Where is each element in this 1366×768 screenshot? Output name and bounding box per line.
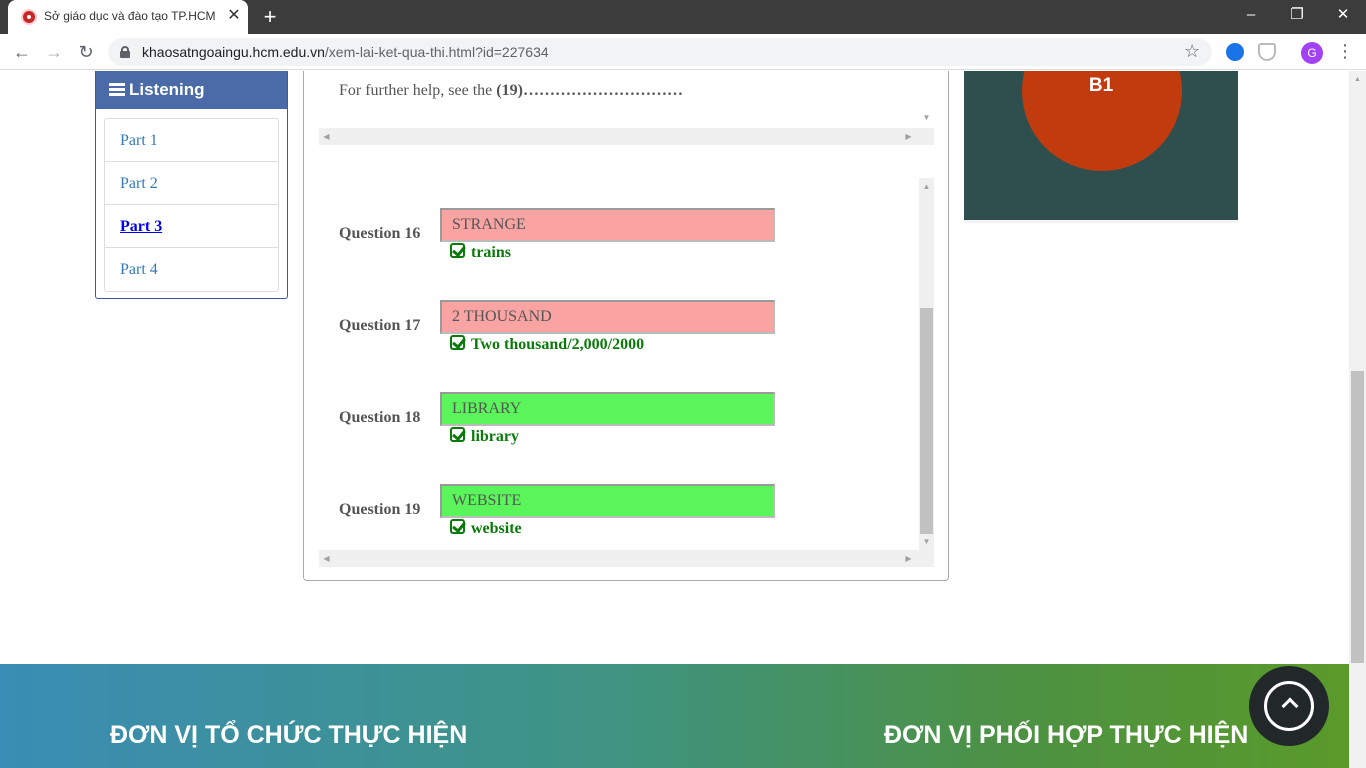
question-label: Question 18 (339, 409, 421, 426)
check-square-icon (450, 427, 465, 442)
correct-answer: library (450, 427, 519, 447)
correct-answer: website (450, 519, 522, 539)
bookmark-star-icon[interactable]: ☆ (1184, 41, 1200, 62)
profile-avatar[interactable]: G (1301, 42, 1323, 64)
passage-horizontal-scrollbar[interactable]: ◀ ▶ (319, 128, 934, 145)
blank-dots: ………………………… (522, 82, 683, 99)
correct-answer-text: trains (471, 244, 511, 261)
question-label: Question 19 (339, 501, 421, 518)
browser-tab-bar: Sở giáo dục và đào tạo TP.HCM ✕ + – ❐ ✕ (0, 0, 1366, 34)
scroll-up-arrow-icon[interactable]: ▲ (1350, 71, 1365, 88)
scroll-right-arrow-icon[interactable]: ▶ (901, 128, 916, 145)
sidebar-item-part-3[interactable]: Part 3 (105, 205, 278, 248)
question-row: Question 17 2 THOUSAND Two thousand/2,00… (339, 300, 779, 370)
url-text[interactable]: khaosatngoaingu.hcm.edu.vn/xem-lai-ket-q… (142, 44, 549, 60)
back-button[interactable]: ← (8, 38, 36, 66)
sidebar-title: Listening (129, 80, 205, 99)
sidebar-header: Listening (96, 71, 287, 109)
tab-close-icon[interactable]: ✕ (224, 6, 244, 26)
question-row: Question 18 LIBRARY library (339, 392, 779, 462)
correct-answer-text: website (471, 520, 522, 537)
listening-sidebar: Listening Part 1 Part 2 Part 3 Part 4 (95, 71, 288, 299)
passage-text: For further help, see the (19)………………………… (339, 82, 683, 100)
scrollbar-thumb[interactable] (920, 308, 933, 534)
question-label: Question 17 (339, 317, 421, 334)
forward-button[interactable]: → (40, 38, 68, 66)
correct-answer-text: Two thousand/2,000/2000 (471, 336, 645, 353)
scroll-left-arrow-icon[interactable]: ◀ (319, 550, 334, 567)
footer: ĐƠN VỊ TỔ CHỨC THỰC HIỆN ĐƠN VỊ PHỐI HỢP… (0, 664, 1349, 768)
score-level: B1 (1088, 75, 1114, 96)
scroll-left-arrow-icon[interactable]: ◀ (319, 128, 334, 145)
scroll-up-arrow-icon[interactable]: ▲ (919, 178, 934, 195)
page-scrollbar-thumb[interactable] (1351, 371, 1364, 663)
correct-answer-text: library (471, 428, 519, 445)
results-panel: For further help, see the (19)…………………………… (303, 71, 949, 581)
url-host: khaosatngoaingu.hcm.edu.vn (142, 44, 325, 60)
question-row: Question 19 WEBSITE website (339, 484, 779, 554)
shield-extension-icon[interactable] (1258, 43, 1276, 61)
correct-answer: Two thousand/2,000/2000 (450, 335, 644, 355)
answers-horizontal-scrollbar[interactable]: ◀ ▶ (319, 550, 934, 567)
lock-icon[interactable] (120, 46, 130, 58)
page-content: Listening Part 1 Part 2 Part 3 Part 4 Fo… (0, 71, 1366, 768)
blank-number: (19) (496, 82, 523, 99)
footer-partner-heading: ĐƠN VỊ PHỐI HỢP THỰC HIỆN (884, 721, 1249, 749)
browser-toolbar: ← → ↻ khaosatngoaingu.hcm.edu.vn/xem-lai… (0, 34, 1366, 70)
url-path: /xem-lai-ket-qua-thi.html?id=227634 (324, 44, 549, 60)
scroll-down-arrow-icon[interactable]: ▼ (919, 109, 934, 126)
submitted-answer: WEBSITE (440, 484, 775, 518)
extension-icon[interactable] (1226, 43, 1244, 61)
answers-pane: Question 16 STRANGE trains Question 17 2… (319, 178, 934, 567)
submitted-answer: STRANGE (440, 208, 775, 242)
question-label: Question 16 (339, 225, 421, 242)
list-icon (109, 83, 125, 96)
passage-pane: For further help, see the (19)…………………………… (319, 71, 934, 155)
reload-button[interactable]: ↻ (72, 38, 100, 66)
score-card: B1 (964, 71, 1238, 223)
passage-vertical-scrollbar[interactable]: ▼ (919, 71, 934, 126)
address-bar[interactable]: khaosatngoaingu.hcm.edu.vn/xem-lai-ket-q… (108, 38, 1212, 66)
window-close-button[interactable]: ✕ (1320, 0, 1366, 30)
restore-button[interactable]: ❐ (1274, 0, 1320, 30)
browser-tab[interactable]: Sở giáo dục và đào tạo TP.HCM ✕ (8, 0, 248, 34)
check-square-icon (450, 519, 465, 534)
part-list: Part 1 Part 2 Part 3 Part 4 (104, 118, 279, 292)
question-row: Question 16 STRANGE trains (339, 208, 779, 278)
chevron-up-icon (1264, 681, 1314, 731)
sidebar-item-part-1[interactable]: Part 1 (105, 119, 278, 162)
new-tab-button[interactable]: + (259, 4, 281, 30)
page-vertical-scrollbar[interactable]: ▲ (1349, 71, 1366, 768)
correct-answer: trains (450, 243, 511, 263)
submitted-answer: 2 THOUSAND (440, 300, 775, 334)
answers-vertical-scrollbar[interactable]: ▲ ▼ (919, 178, 934, 550)
minimize-button[interactable]: – (1228, 0, 1274, 30)
passage-text-prefix: For further help, see the (339, 82, 497, 99)
browser-menu-icon[interactable]: ⋮ (1336, 40, 1354, 62)
back-to-top-button[interactable] (1249, 666, 1329, 746)
sidebar-item-part-4[interactable]: Part 4 (105, 248, 278, 291)
tab-title: Sở giáo dục và đào tạo TP.HCM (44, 9, 216, 23)
site-favicon-icon (21, 9, 37, 25)
scroll-right-arrow-icon[interactable]: ▶ (901, 550, 916, 567)
footer-organizer-heading: ĐƠN VỊ TỔ CHỨC THỰC HIỆN (110, 721, 468, 749)
sidebar-item-part-2[interactable]: Part 2 (105, 162, 278, 205)
submitted-answer: LIBRARY (440, 392, 775, 426)
check-square-icon (450, 243, 465, 258)
check-square-icon (450, 335, 465, 350)
scroll-down-arrow-icon[interactable]: ▼ (919, 533, 934, 550)
